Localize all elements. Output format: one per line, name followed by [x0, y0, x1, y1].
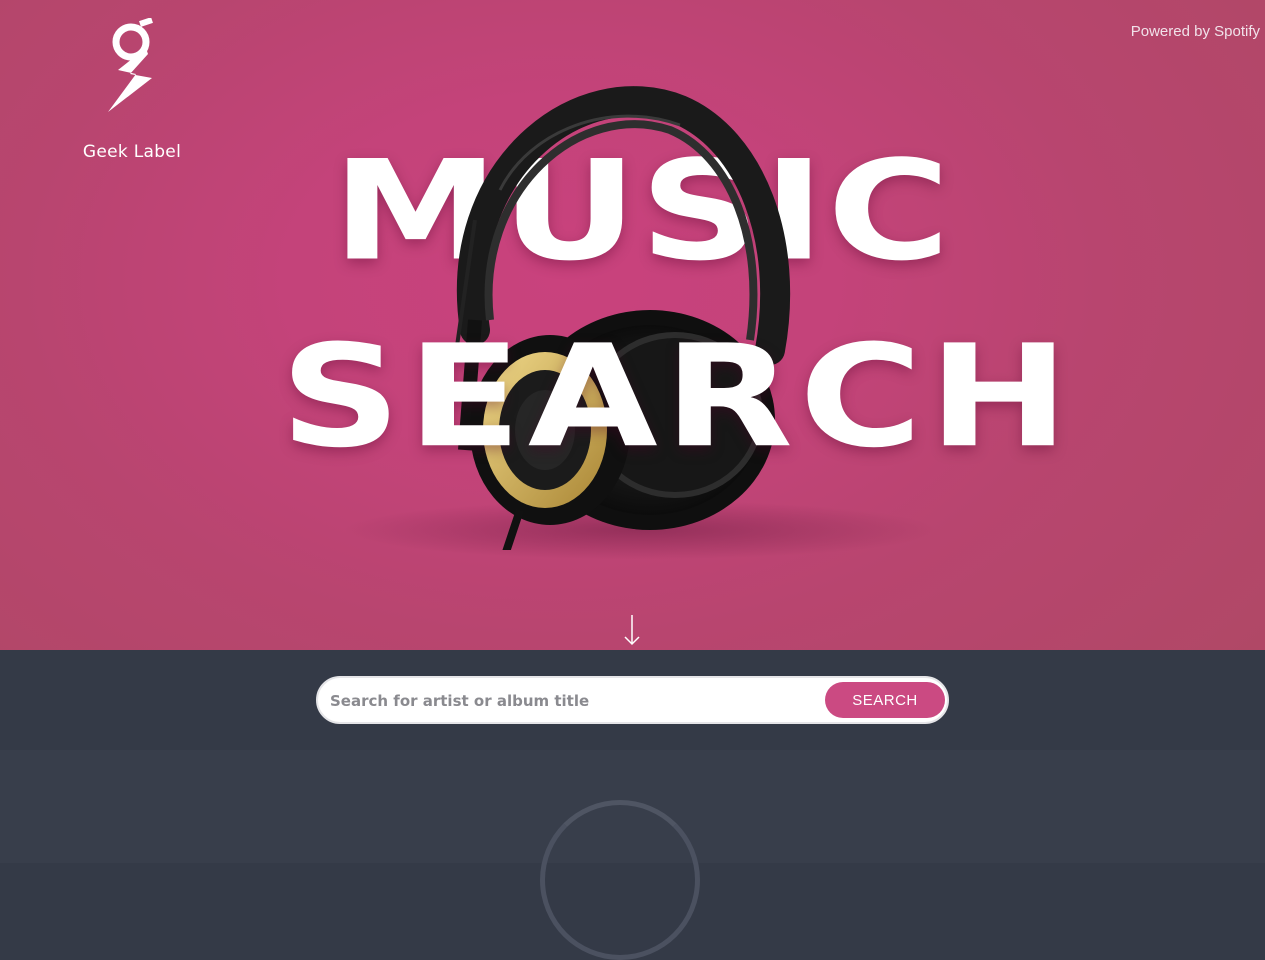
- arrow-down-icon[interactable]: [622, 614, 642, 646]
- spinner-icon: [540, 800, 700, 960]
- results-section: [0, 750, 1265, 960]
- brand-name: Geek Label: [82, 142, 182, 162]
- powered-by-link[interactable]: Powered by Spotify: [1131, 23, 1260, 40]
- g-lightning-icon: [108, 18, 153, 112]
- brand-logo[interactable]: Geek Label: [78, 18, 186, 162]
- search-input[interactable]: [330, 686, 820, 716]
- search-bar-section: SEARCH: [0, 650, 1265, 750]
- search-button[interactable]: SEARCH: [825, 682, 945, 718]
- hero-section: Geek Label Powered by Spotify MUSIC SEAR…: [0, 0, 1265, 650]
- search-form: SEARCH: [316, 676, 949, 724]
- hero-title-search: SEARCH: [280, 314, 1076, 479]
